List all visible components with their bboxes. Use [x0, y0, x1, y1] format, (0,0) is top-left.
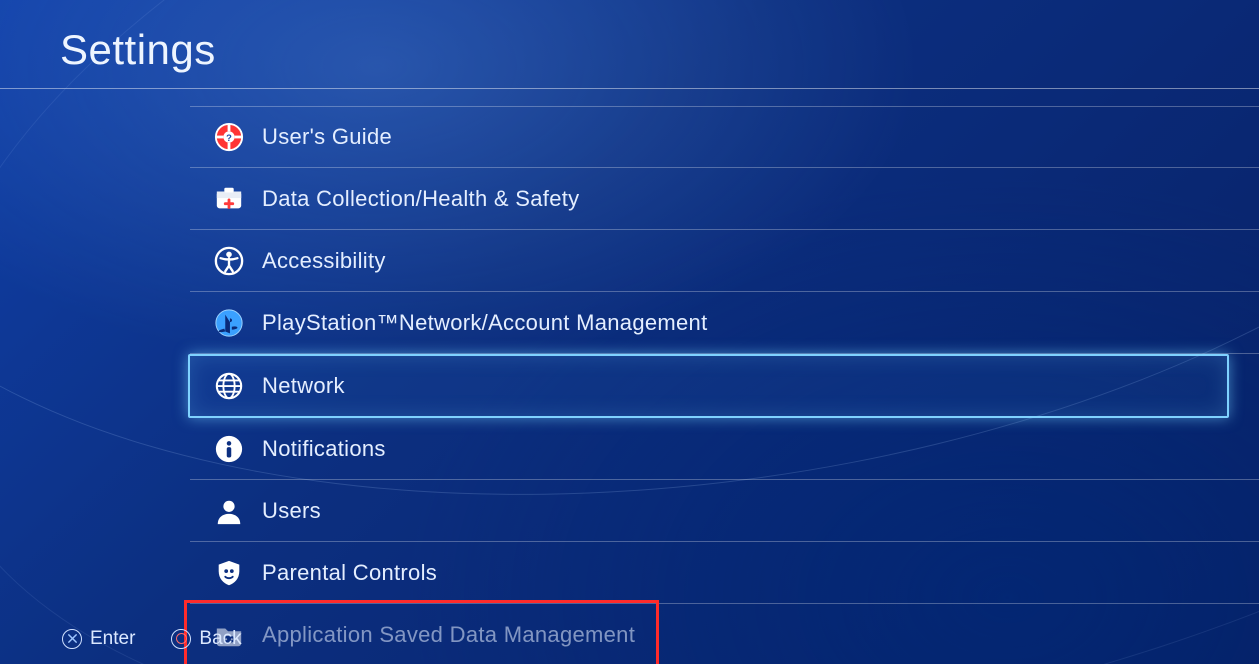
- accessibility-icon: [214, 246, 244, 276]
- menu-item-accessibility[interactable]: Accessibility: [190, 230, 1259, 292]
- menu-item-users-guide[interactable]: ? User's Guide: [190, 106, 1259, 168]
- menu-item-label: Parental Controls: [262, 560, 437, 586]
- menu-item-notifications[interactable]: Notifications: [190, 418, 1259, 480]
- cross-button-icon: [62, 629, 82, 649]
- lifebuoy-icon: ?: [214, 122, 244, 152]
- globe-icon: [214, 371, 244, 401]
- hint-back-label: Back: [199, 628, 241, 649]
- psn-logo-icon: [214, 308, 244, 338]
- menu-item-label: Data Collection/Health & Safety: [262, 186, 579, 212]
- menu-item-label: PlayStation™Network/Account Management: [262, 310, 708, 336]
- hint-back: Back: [171, 628, 241, 650]
- circle-button-icon: [171, 629, 191, 649]
- info-icon: [214, 434, 244, 464]
- page-title: Settings: [60, 26, 1259, 74]
- menu-item-label: Accessibility: [262, 248, 386, 274]
- header-divider: [0, 88, 1259, 89]
- svg-text:?: ?: [226, 133, 232, 143]
- header: Settings: [0, 0, 1259, 88]
- menu-item-users[interactable]: Users: [190, 480, 1259, 542]
- footer-hints: Enter Back: [62, 628, 242, 650]
- settings-list: ? User's Guide Data Collection/Health & …: [190, 106, 1259, 664]
- user-icon: [214, 496, 244, 526]
- hint-enter-label: Enter: [90, 628, 135, 649]
- menu-item-app-saved-data[interactable]: Application Saved Data Management: [190, 604, 1259, 664]
- medkit-icon: [214, 184, 244, 214]
- menu-item-label: Application Saved Data Management: [262, 622, 635, 648]
- hint-enter: Enter: [62, 628, 135, 650]
- menu-item-label: Network: [262, 373, 345, 399]
- menu-item-label: Notifications: [262, 436, 386, 462]
- menu-item-label: User's Guide: [262, 124, 392, 150]
- parental-icon: [214, 558, 244, 588]
- menu-item-data-collection[interactable]: Data Collection/Health & Safety: [190, 168, 1259, 230]
- menu-item-label: Users: [262, 498, 321, 524]
- menu-item-parental-controls[interactable]: Parental Controls: [190, 542, 1259, 604]
- menu-item-network[interactable]: Network: [188, 354, 1229, 418]
- menu-item-psn-account[interactable]: PlayStation™Network/Account Management: [190, 292, 1259, 354]
